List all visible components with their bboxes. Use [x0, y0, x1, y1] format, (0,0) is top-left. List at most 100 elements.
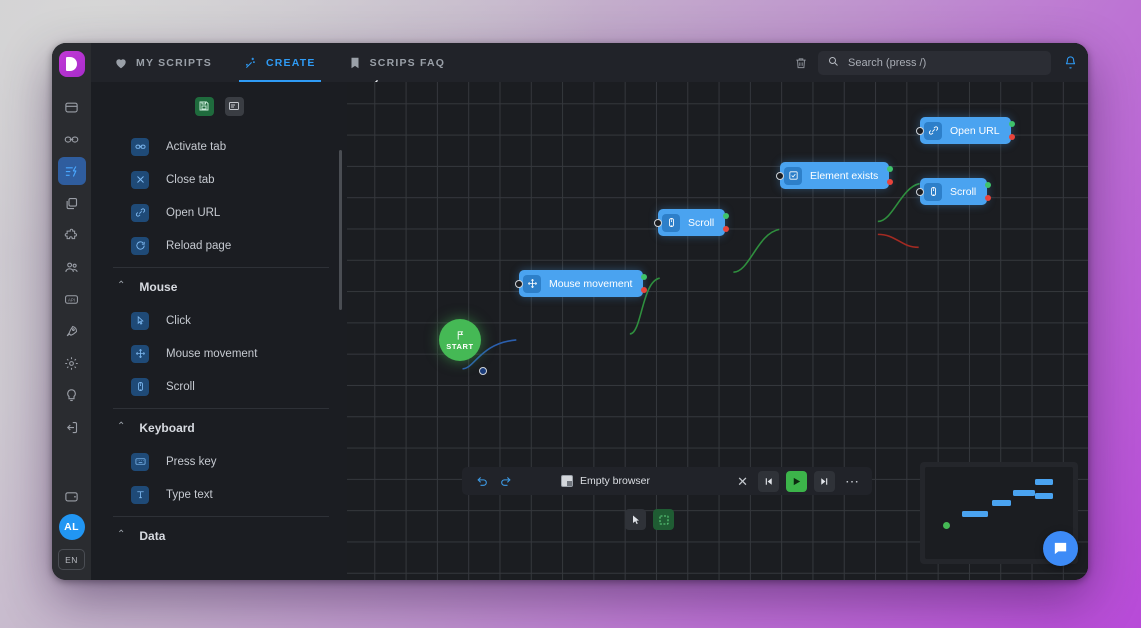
support-chat-button[interactable] — [1043, 531, 1078, 566]
search-input[interactable] — [818, 50, 1051, 75]
group-keyboard[interactable]: ⌃ Keyboard — [113, 411, 329, 445]
workspace: Activate tab Close tab Open URL Reload p… — [91, 80, 1088, 580]
close-icon[interactable]: ✕ — [734, 475, 751, 488]
blocks-list[interactable]: Activate tab Close tab Open URL Reload p… — [91, 130, 347, 580]
trash-icon[interactable] — [794, 56, 808, 70]
node-scroll-1[interactable]: Scroll — [654, 209, 730, 236]
start-output-port[interactable] — [479, 367, 487, 375]
group-data[interactable]: ⌃ Data — [113, 519, 329, 553]
gear-icon[interactable] — [58, 349, 86, 377]
block-label: Open URL — [166, 206, 221, 219]
text-type-icon — [131, 485, 149, 504]
block-reload-page[interactable]: Reload page — [113, 229, 329, 262]
tab-create[interactable]: CREATE — [235, 43, 325, 82]
app-window: API AL EN MY SCRIPTS CREATE SCRIPS FAQ S… — [52, 43, 1088, 580]
group-label: Data — [139, 529, 166, 543]
move-arrows-icon — [131, 344, 149, 363]
node-success-port[interactable] — [1008, 121, 1015, 127]
chevron-up-icon: ⌃ — [117, 280, 126, 291]
language-selector[interactable]: EN — [58, 549, 85, 570]
block-click[interactable]: Click — [113, 304, 329, 337]
block-label: Reload page — [166, 239, 232, 252]
undo-icon[interactable] — [471, 475, 494, 488]
script-flow-icon[interactable] — [57, 157, 86, 185]
node-label: Mouse movement — [549, 277, 633, 290]
scroll-icon — [662, 213, 680, 232]
block-mouse-movement[interactable]: Mouse movement — [113, 337, 329, 370]
book-icon — [348, 56, 362, 70]
search-icon — [827, 54, 839, 72]
block-label: Mouse movement — [166, 347, 258, 360]
block-close-tab[interactable]: Close tab — [113, 163, 329, 196]
run-controls: ✕ ⋯ — [734, 470, 863, 492]
step-back-button[interactable] — [758, 470, 779, 492]
panel-header — [91, 80, 378, 130]
node-input-port[interactable] — [916, 188, 924, 196]
panel-scrollbar[interactable] — [339, 150, 342, 310]
app-logo[interactable] — [58, 51, 85, 77]
more-dots-icon[interactable]: ⋯ — [842, 474, 863, 488]
pointer-tool[interactable] — [625, 509, 646, 530]
redo-icon[interactable] — [494, 475, 517, 488]
node-label: Scroll — [950, 185, 977, 198]
step-forward-button[interactable] — [814, 470, 835, 492]
magic-wand-icon — [244, 56, 258, 70]
bulb-icon[interactable] — [58, 381, 86, 409]
block-label: Activate tab — [166, 140, 227, 153]
node-input-port[interactable] — [654, 219, 662, 227]
play-button[interactable] — [786, 470, 807, 492]
checkbox-icon — [784, 166, 802, 185]
node-mouse-movement[interactable]: Mouse movement — [515, 270, 648, 297]
divider — [113, 516, 329, 517]
group-label: Mouse — [139, 280, 178, 294]
node-scroll-2[interactable]: Scroll — [916, 178, 992, 205]
tab-label: SCRIPS FAQ — [369, 56, 446, 69]
block-label: Type text — [166, 488, 213, 501]
divider — [113, 267, 329, 268]
block-scroll[interactable]: Scroll — [113, 370, 329, 403]
heart-icon — [114, 56, 128, 70]
keyboard-icon — [131, 452, 149, 471]
node-label: START — [446, 341, 474, 351]
tab-scrips-faq[interactable]: SCRIPS FAQ — [339, 43, 455, 82]
node-input-port[interactable] — [515, 280, 523, 288]
node-error-port[interactable] — [1008, 134, 1015, 140]
node-label: Element exists — [810, 169, 879, 182]
logo-glyph — [66, 57, 77, 71]
node-input-port[interactable] — [916, 127, 924, 135]
group-label: Keyboard — [139, 421, 195, 435]
block-type-text[interactable]: Type text — [113, 478, 329, 511]
block-press-key[interactable]: Press key — [113, 445, 329, 478]
logout-icon[interactable] — [58, 413, 86, 441]
node-element-exists[interactable]: Element exists — [776, 162, 894, 189]
block-open-url[interactable]: Open URL — [113, 196, 329, 229]
block-label: Click — [166, 314, 191, 327]
database-icon[interactable] — [58, 93, 86, 121]
avatar[interactable]: AL — [58, 514, 85, 540]
flow-canvas[interactable]: START Mouse movement Scroll Element exis… — [347, 82, 1088, 580]
node-input-port[interactable] — [776, 172, 784, 180]
users-icon[interactable] — [58, 253, 86, 281]
bell-icon[interactable] — [1063, 55, 1078, 70]
rocket-icon[interactable] — [58, 317, 86, 345]
minimap-node — [962, 511, 988, 517]
api-icon[interactable]: API — [58, 285, 86, 313]
puzzle-icon[interactable] — [58, 221, 86, 249]
block-label: Close tab — [166, 173, 215, 186]
block-activate-tab[interactable]: Activate tab — [113, 130, 329, 163]
open-url-icon — [924, 121, 942, 140]
selection-box-tool[interactable] — [653, 509, 674, 530]
save-script-button[interactable] — [194, 96, 214, 116]
node-open-url[interactable]: Open URL — [916, 117, 1015, 144]
group-mouse[interactable]: ⌃ Mouse — [113, 270, 329, 304]
link-icon[interactable] — [58, 125, 86, 153]
wallet-icon[interactable] — [58, 482, 86, 510]
canvas-tools — [625, 509, 674, 530]
search-field[interactable] — [846, 55, 1042, 70]
tab-my-scripts[interactable]: MY SCRIPTS — [105, 43, 221, 82]
node-start[interactable]: START — [439, 319, 481, 361]
copy-icon[interactable] — [58, 189, 86, 217]
chevron-up-icon: ⌃ — [117, 529, 126, 540]
form-view-button[interactable] — [224, 96, 244, 116]
browser-selector[interactable]: Empty browser — [561, 475, 650, 487]
